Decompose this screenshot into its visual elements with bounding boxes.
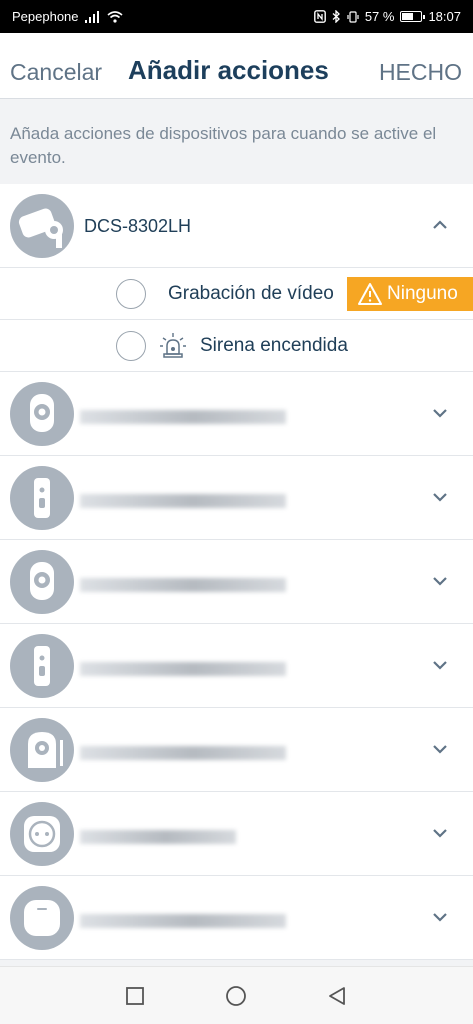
device-row[interactable] <box>0 624 473 708</box>
smart-plug-icon <box>24 816 60 852</box>
device-row[interactable] <box>0 876 473 960</box>
device-row[interactable] <box>0 372 473 456</box>
hub-icon <box>24 900 60 936</box>
device-row[interactable] <box>0 708 473 792</box>
obscured-device-name <box>80 662 286 676</box>
radio-siren[interactable] <box>116 331 146 361</box>
sensor-avatar <box>10 634 74 698</box>
chevron-down-icon[interactable] <box>429 906 451 928</box>
nfc-icon <box>313 10 326 23</box>
chevron-down-icon[interactable] <box>429 570 451 592</box>
door-sensor-icon <box>34 478 50 518</box>
chevron-down-icon[interactable] <box>429 822 451 844</box>
device-row[interactable] <box>0 456 473 540</box>
action-row-siren[interactable]: Sirena encendida <box>0 320 473 372</box>
camera-avatar <box>10 718 74 782</box>
obscured-device-name <box>80 578 286 592</box>
chevron-down-icon[interactable] <box>429 654 451 676</box>
obscured-device-name <box>80 914 286 928</box>
pan-tilt-camera-icon <box>28 732 63 768</box>
home-button[interactable] <box>225 985 247 1007</box>
obscured-device-name <box>80 830 236 844</box>
round-camera-icon <box>30 562 54 600</box>
back-button[interactable] <box>326 985 348 1007</box>
warning-badge-label: Ninguno <box>387 283 458 304</box>
obscured-device-name <box>80 746 286 760</box>
device-row[interactable] <box>0 792 473 876</box>
round-camera-icon <box>30 394 54 432</box>
signal-icon <box>84 10 99 23</box>
bluetooth-icon <box>332 10 340 23</box>
status-bar: Pepephone 57 % 18:07 <box>0 0 473 33</box>
page-title: Añadir acciones <box>128 55 329 85</box>
camera-avatar <box>10 194 74 258</box>
hub-avatar <box>10 886 74 950</box>
device-name: DCS-8302LH <box>84 216 192 236</box>
action-label-video: Grabación de vídeo <box>168 283 334 304</box>
recents-button[interactable] <box>124 985 146 1007</box>
device-row-expanded[interactable]: DCS-8302LH <box>0 184 473 268</box>
action-label-siren: Sirena encendida <box>200 335 348 356</box>
chevron-down-icon[interactable] <box>429 738 451 760</box>
siren-icon <box>160 333 186 358</box>
radio-video[interactable] <box>116 279 146 309</box>
done-button[interactable]: HECHO <box>379 59 462 86</box>
battery-icon <box>400 11 426 22</box>
wifi-icon <box>106 10 123 23</box>
cancel-button[interactable]: Cancelar <box>10 59 102 86</box>
obscured-device-name <box>80 410 286 424</box>
obscured-device-name <box>80 494 286 508</box>
chevron-down-icon[interactable] <box>429 486 451 508</box>
plug-avatar <box>10 802 74 866</box>
camera-avatar <box>10 550 74 614</box>
header: Cancelar Añadir acciones HECHO <box>0 33 473 99</box>
sensor-avatar <box>10 466 74 530</box>
clock: 18:07 <box>428 9 461 24</box>
battery-percent: 57 % <box>364 9 395 24</box>
warning-icon <box>358 283 382 305</box>
carrier-name: Pepephone <box>12 9 79 24</box>
chevron-down-icon[interactable] <box>429 402 451 424</box>
warning-badge[interactable]: Ninguno <box>347 277 473 311</box>
outdoor-camera-icon <box>18 208 63 248</box>
camera-avatar <box>10 382 74 446</box>
chevron-up-icon[interactable] <box>429 214 451 236</box>
door-sensor-icon <box>34 646 50 686</box>
instructions-text: Añada acciones de dispositivos para cuan… <box>10 124 437 167</box>
device-row[interactable] <box>0 540 473 624</box>
navigation-bar <box>0 966 473 1024</box>
vibrate-icon <box>347 10 359 23</box>
